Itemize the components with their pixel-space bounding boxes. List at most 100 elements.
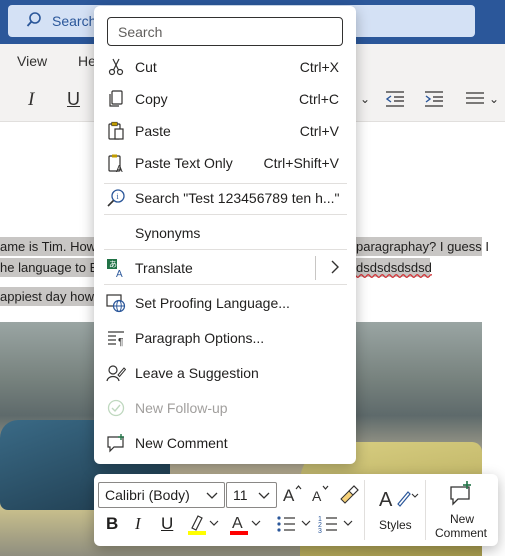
paragraph-icon: ¶: [106, 328, 126, 348]
highlight-color-button[interactable]: [186, 512, 220, 541]
styles-label[interactable]: Styles: [379, 518, 412, 532]
menu-separator: [104, 249, 347, 250]
menu-item-label: Translate: [135, 260, 193, 276]
decrease-indent-icon[interactable]: [384, 89, 406, 114]
styles-icon[interactable]: A: [378, 484, 420, 517]
menu-item-label: Paste Text Only: [135, 155, 233, 171]
chevron-right-icon[interactable]: [330, 259, 340, 280]
selected-text-line: he language to E: [0, 258, 99, 277]
new-comment-label-line1[interactable]: New: [450, 512, 474, 526]
svg-text:A: A: [379, 489, 393, 511]
menu-item-search-selection[interactable]: i Search "Test 123456789 ten h...": [94, 182, 356, 214]
new-comment-label-line2[interactable]: Comment: [435, 526, 487, 540]
menu-item-paragraph-options[interactable]: ¶ Paragraph Options...: [94, 322, 356, 354]
menu-item-set-proofing-language[interactable]: Set Proofing Language...: [94, 287, 356, 319]
svg-text:A: A: [116, 269, 123, 278]
chevron-down-icon[interactable]: ⌄: [489, 92, 499, 106]
menu-view[interactable]: View: [17, 53, 47, 69]
menu-item-label: Cut: [135, 59, 157, 75]
svg-text:3: 3: [318, 528, 322, 535]
bold-button[interactable]: B: [106, 514, 118, 534]
svg-text:A: A: [116, 164, 123, 173]
language-globe-icon: [106, 293, 126, 313]
numbering-button[interactable]: 123: [317, 512, 357, 541]
increase-indent-icon[interactable]: [423, 89, 445, 114]
selected-text-line: paragraphay? I guess I: [356, 237, 489, 256]
doc-text: ame is Tim. How: [0, 239, 97, 254]
selected-text-line: appiest day how: [0, 287, 96, 306]
ribbon-underline-button[interactable]: U: [67, 89, 80, 110]
menu-item-label: Copy: [135, 91, 168, 107]
menu-item-label: Synonyms: [135, 225, 201, 241]
menu-separator: [104, 284, 347, 285]
comment-icon: [106, 433, 126, 453]
svg-text:¶: ¶: [118, 337, 123, 348]
font-color-button[interactable]: A: [228, 512, 264, 541]
ribbon-italic-button[interactable]: I: [28, 89, 34, 111]
align-icon[interactable]: [464, 89, 486, 114]
menu-item-label: New Follow-up: [135, 400, 228, 416]
font-name-value: Calibri (Body): [105, 487, 190, 503]
chevron-down-icon: [206, 486, 218, 507]
menu-item-copy[interactable]: Copy Ctrl+C: [94, 83, 356, 115]
doc-text: appiest day how: [0, 289, 94, 304]
shortcut-text: Ctrl+X: [299, 59, 339, 75]
doc-text: dsdsdsdsdsd: [356, 260, 432, 275]
svg-text:あ: あ: [109, 260, 117, 269]
selected-text-line: dsdsdsdsdsd: [356, 258, 432, 277]
selected-text-line: ame is Tim. How: [0, 237, 96, 256]
new-comment-icon[interactable]: [448, 480, 474, 511]
underline-button[interactable]: U: [161, 514, 173, 534]
menu-item-label: Paragraph Options...: [135, 330, 265, 346]
context-menu-search-input[interactable]: [107, 17, 343, 46]
shortcut-text: Ctrl+C: [298, 91, 339, 107]
shortcut-text: Ctrl+Shift+V: [263, 155, 339, 171]
shortcut-text: Ctrl+V: [299, 123, 339, 139]
svg-text:A: A: [312, 488, 322, 504]
format-painter-icon[interactable]: [337, 483, 359, 510]
context-menu: Cut Ctrl+X Copy Ctrl+C Paste Ctrl+V A Pa…: [94, 6, 356, 464]
menu-item-new-comment[interactable]: New Comment: [94, 427, 356, 459]
follow-up-icon: [106, 398, 126, 418]
menu-item-leave-suggestion[interactable]: Leave a Suggestion: [94, 357, 356, 389]
menu-item-paste-text-only[interactable]: A Paste Text Only Ctrl+Shift+V: [94, 147, 356, 179]
toolbar-divider: [364, 480, 365, 540]
menu-item-new-follow-up: New Follow-up: [94, 392, 356, 424]
toolbar-divider: [425, 480, 426, 540]
font-size-value: 11: [233, 487, 248, 503]
search-icon: [26, 11, 42, 34]
italic-button[interactable]: I: [135, 514, 141, 534]
menu-item-label: Set Proofing Language...: [135, 295, 290, 311]
doc-text: paragraphay? I guess I: [356, 239, 489, 254]
app-search-label: Search: [52, 13, 97, 29]
submenu-divider: [315, 256, 316, 280]
menu-separator: [104, 214, 347, 215]
chevron-down-icon: [258, 486, 270, 507]
svg-text:A: A: [283, 486, 295, 505]
grow-font-icon[interactable]: A: [282, 483, 304, 510]
bullets-button[interactable]: [275, 512, 315, 541]
shrink-font-icon[interactable]: A: [310, 483, 332, 510]
menu-item-translate[interactable]: あA Translate: [94, 252, 356, 284]
menu-item-label: Paste: [135, 123, 171, 139]
svg-text:A: A: [232, 515, 243, 532]
translate-icon: あA: [106, 258, 126, 280]
svg-text:i: i: [117, 192, 120, 201]
doc-text: he language to E: [0, 260, 99, 275]
menu-item-label: Search "Test 123456789 ten h...": [135, 190, 340, 206]
menu-item-paste[interactable]: Paste Ctrl+V: [94, 115, 356, 147]
paste-icon: [106, 121, 126, 141]
menu-item-label: New Comment: [135, 435, 228, 451]
mini-toolbar: Calibri (Body) 11 A A B I U A 123 A Styl…: [94, 474, 498, 546]
copy-icon: [106, 89, 126, 109]
scissors-icon: [106, 57, 126, 77]
smart-lookup-icon: i: [106, 188, 126, 208]
font-size-dropdown[interactable]: 11: [226, 482, 277, 508]
menu-item-synonyms[interactable]: Synonyms: [94, 217, 356, 249]
suggestion-icon: [106, 363, 127, 383]
chevron-down-icon[interactable]: ⌄: [360, 92, 370, 106]
menu-item-label: Leave a Suggestion: [135, 365, 259, 381]
paste-text-icon: A: [106, 153, 126, 175]
menu-item-cut[interactable]: Cut Ctrl+X: [94, 51, 356, 83]
font-name-dropdown[interactable]: Calibri (Body): [98, 482, 225, 508]
